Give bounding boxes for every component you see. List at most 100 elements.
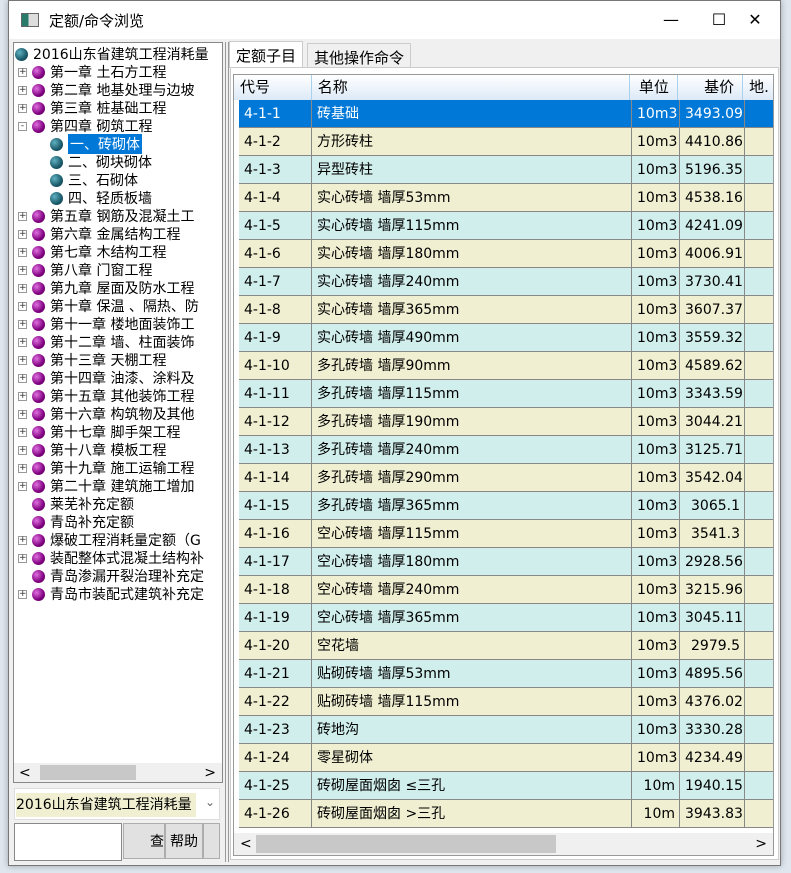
tree-node[interactable]: 第十九章 施工运输工程 — [32, 459, 194, 477]
expand-icon[interactable]: + — [18, 230, 27, 239]
scroll-left-arrow[interactable]: < — [19, 765, 31, 781]
table-row[interactable]: 4-1-19 空心砖墙 墙厚365mm 10m3 3045.11 — [239, 604, 773, 632]
tree-node[interactable]: 第十章 保温 、隔热、防 — [32, 297, 199, 315]
tree-node[interactable]: 第八章 门窗工程 — [32, 261, 152, 279]
expand-icon[interactable]: + — [18, 536, 27, 545]
help-button[interactable]: 帮助 — [165, 823, 203, 859]
table-row[interactable]: 4-1-5 实心砖墙 墙厚115mm 10m3 4241.09 — [239, 212, 773, 240]
table-row[interactable]: 4-1-20 空花墙 10m3 2979.5 — [239, 632, 773, 660]
column-header-name[interactable]: 名称 — [312, 75, 631, 100]
expand-icon[interactable]: + — [18, 302, 27, 311]
scroll-right-arrow[interactable]: > — [755, 836, 767, 852]
expand-icon[interactable]: + — [18, 446, 27, 455]
expand-icon[interactable]: + — [18, 266, 27, 275]
search-button[interactable]: 查 — [123, 823, 165, 859]
tree-node[interactable]: 第二章 地基处理与边坡 — [32, 81, 194, 99]
chapter-tree[interactable]: < > 2016山东省建筑工程消耗量 + 第一章 土石方工程 + 第二章 地基处理与边坡… — [13, 42, 223, 783]
table-row[interactable]: 4-1-10 多孔砖墙 墙厚90mm 10m3 4589.62 — [239, 352, 773, 380]
tree-node[interactable]: 第三章 桩基础工程 — [32, 99, 166, 117]
expand-icon[interactable]: + — [18, 590, 27, 599]
scroll-thumb[interactable] — [40, 765, 136, 780]
scroll-thumb[interactable] — [256, 835, 556, 853]
expand-icon[interactable]: + — [18, 392, 27, 401]
expand-icon[interactable]: + — [18, 554, 27, 563]
table-row[interactable]: 4-1-17 空心砖墙 墙厚180mm 10m3 2928.56 — [239, 548, 773, 576]
table-row[interactable]: 4-1-26 砖砌屋面烟囱 >三孔 10m 3943.83 — [239, 800, 773, 828]
table-row[interactable]: 4-1-6 实心砖墙 墙厚180mm 10m3 4006.91 — [239, 240, 773, 268]
tab-other-commands[interactable]: 其他操作命令 — [307, 43, 412, 68]
tree-node[interactable]: 第十二章 墙、柱面装饰 — [32, 333, 194, 351]
table-row[interactable]: 4-1-14 多孔砖墙 墙厚290mm 10m3 3542.04 — [239, 464, 773, 492]
minimize-button[interactable]: — — [647, 1, 695, 37]
table-row[interactable]: 4-1-22 贴砌砖墙 墙厚115mm 10m3 4376.02 — [239, 688, 773, 716]
tab-quota-items[interactable]: 定额子目 — [229, 41, 304, 68]
tree-node[interactable]: 第五章 钢筋及混凝土工 — [32, 207, 194, 225]
scroll-left-arrow[interactable]: < — [240, 836, 252, 852]
tree-node[interactable]: 青岛市装配式建筑补充定 — [32, 585, 204, 603]
tree-node[interactable]: 第十一章 楼地面装饰工 — [32, 315, 194, 333]
tree-node[interactable]: 青岛渗漏开裂治理补充定 — [32, 567, 204, 585]
table-row[interactable]: 4-1-8 实心砖墙 墙厚365mm 10m3 3607.37 — [239, 296, 773, 324]
close-button[interactable]: ✕ — [731, 1, 779, 37]
column-header-base-price[interactable]: 基价 — [678, 75, 744, 100]
expand-icon[interactable]: + — [18, 338, 27, 347]
tree-node[interactable]: 三、石砌体 — [50, 171, 138, 189]
table-row[interactable]: 4-1-7 实心砖墙 墙厚240mm 10m3 3730.41 — [239, 268, 773, 296]
tree-node[interactable]: 第十五章 其他装饰工程 — [32, 387, 194, 405]
expand-icon[interactable]: + — [18, 374, 27, 383]
expand-icon[interactable]: + — [18, 68, 27, 77]
tree-node[interactable]: 第十六章 构筑物及其他 — [32, 405, 194, 423]
column-header-unit[interactable]: 单位 — [630, 75, 679, 100]
table-row[interactable]: 4-1-11 多孔砖墙 墙厚115mm 10m3 3343.59 — [239, 380, 773, 408]
expand-icon[interactable]: + — [18, 428, 27, 437]
extra-button[interactable] — [203, 823, 220, 859]
expand-icon[interactable]: + — [18, 410, 27, 419]
tree-node[interactable]: 第六章 金属结构工程 — [32, 225, 180, 243]
tree-node[interactable]: 2016山东省建筑工程消耗量 — [15, 45, 209, 63]
table-row[interactable]: 4-1-12 多孔砖墙 墙厚190mm 10m3 3044.21 — [239, 408, 773, 436]
tree-node[interactable]: 第四章 砌筑工程 — [32, 117, 152, 135]
tree-node[interactable]: 二、砌块砌体 — [50, 153, 152, 171]
tree-node[interactable]: 爆破工程消耗量定额（G — [32, 531, 201, 549]
table-row[interactable]: 4-1-13 多孔砖墙 墙厚240mm 10m3 3125.71 — [239, 436, 773, 464]
table-row[interactable]: 4-1-4 实心砖墙 墙厚53mm 10m3 4538.16 — [239, 184, 773, 212]
tree-node[interactable]: 第二十章 建筑施工增加 — [32, 477, 194, 495]
search-input[interactable] — [14, 823, 122, 861]
expand-icon[interactable]: + — [18, 284, 27, 293]
column-header-code[interactable]: 代号 — [234, 75, 312, 100]
table-row[interactable]: 4-1-16 空心砖墙 墙厚115mm 10m3 3541.3 — [239, 520, 773, 548]
tree-node[interactable]: 第十七章 脚手架工程 — [32, 423, 180, 441]
collapse-icon[interactable]: - — [18, 122, 27, 131]
table-row[interactable]: 4-1-21 贴砌砖墙 墙厚53mm 10m3 4895.56 — [239, 660, 773, 688]
expand-icon[interactable]: + — [18, 320, 27, 329]
tree-node[interactable]: 装配整体式混凝土结构补 — [32, 549, 204, 567]
tree-node[interactable]: 四、轻质板墙 — [50, 189, 152, 207]
table-row[interactable]: 4-1-3 异型砖柱 10m3 5196.35 — [239, 156, 773, 184]
expand-icon[interactable]: + — [18, 482, 27, 491]
quota-library-select[interactable]: 2016山东省建筑工程消耗量 ⌄ — [14, 788, 220, 820]
tree-node[interactable]: 第十八章 模板工程 — [32, 441, 166, 459]
tree-node[interactable]: 第十四章 油漆、涂料及 — [32, 369, 194, 387]
grid-horizontal-scrollbar[interactable]: < > — [234, 833, 773, 855]
expand-icon[interactable]: + — [18, 464, 27, 473]
tree-node[interactable]: 一、砖砌体 — [50, 134, 142, 154]
table-row[interactable]: 4-1-15 多孔砖墙 墙厚365mm 10m3 3065.1 — [239, 492, 773, 520]
expand-icon[interactable]: + — [18, 248, 27, 257]
tree-node[interactable]: 青岛补充定额 — [32, 513, 134, 531]
tree-node[interactable]: 第十三章 天棚工程 — [32, 351, 166, 369]
column-header-local[interactable]: 地. — [743, 75, 773, 100]
table-row[interactable]: 4-1-24 零星砌体 10m3 4234.49 — [239, 744, 773, 772]
tree-node[interactable]: 第一章 土石方工程 — [32, 63, 166, 81]
table-row[interactable]: 4-1-2 方形砖柱 10m3 4410.86 — [239, 128, 773, 156]
table-row[interactable]: 4-1-1 砖基础 10m3 3493.09 — [239, 100, 773, 128]
scroll-right-arrow[interactable]: > — [204, 765, 216, 781]
tree-node[interactable]: 第七章 木结构工程 — [32, 243, 166, 261]
tree-horizontal-scrollbar[interactable]: < > — [14, 763, 222, 782]
expand-icon[interactable]: + — [18, 212, 27, 221]
table-row[interactable]: 4-1-9 实心砖墙 墙厚490mm 10m3 3559.32 — [239, 324, 773, 352]
panel-splitter[interactable] — [225, 42, 229, 862]
tree-node[interactable]: 莱芜补充定额 — [32, 495, 134, 513]
tree-node[interactable]: 第九章 屋面及防水工程 — [32, 279, 194, 297]
table-row[interactable]: 4-1-23 砖地沟 10m3 3330.28 — [239, 716, 773, 744]
table-row[interactable]: 4-1-25 砖砌屋面烟囱 ≤三孔 10m 1940.15 — [239, 772, 773, 800]
